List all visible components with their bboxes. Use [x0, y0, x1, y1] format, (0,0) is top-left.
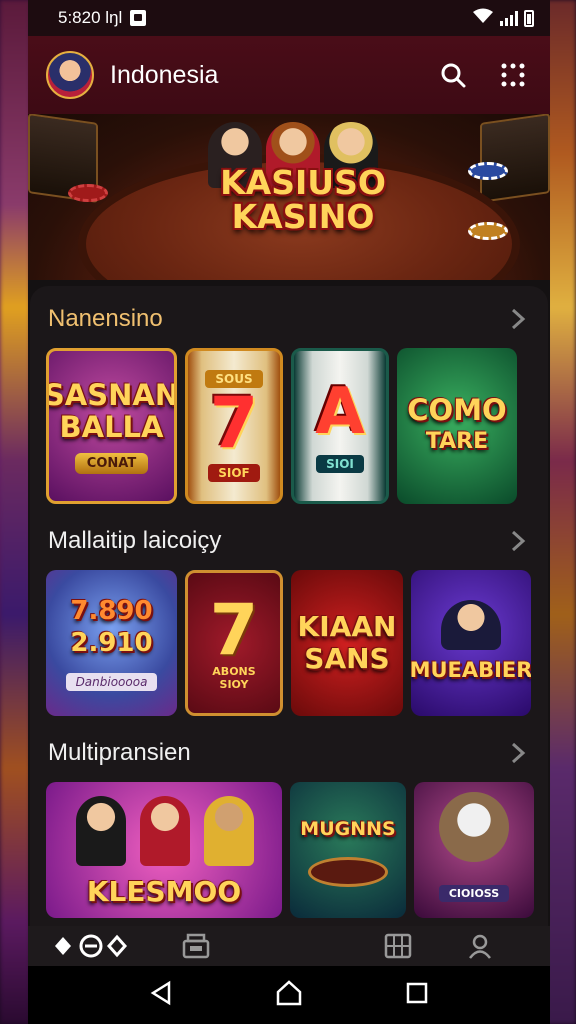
hero-logo-line1: KASIUSO	[220, 163, 386, 202]
game-row: SASNAN BALLA CONAT SOUS 7 SIOF A SIOI CO…	[30, 348, 548, 504]
game-tile[interactable]: MUEABIER	[411, 570, 531, 716]
profile-icon[interactable]	[462, 931, 498, 961]
tile-subtitle: TARE	[425, 429, 489, 454]
tile-title: MUEABIER	[411, 658, 531, 682]
section-header[interactable]: Multipransien	[30, 724, 548, 782]
chip-icon	[468, 162, 508, 180]
tile-title: KLESMOO	[86, 875, 242, 908]
game-sections: Nanensino SASNAN BALLA CONAT SOUS 7 SIOF…	[30, 286, 548, 926]
tile-symbol: A	[315, 375, 365, 449]
battery-icon	[524, 9, 534, 27]
signal-bars-icon	[500, 10, 518, 26]
tile-title: CIOIOSS	[438, 885, 510, 902]
slot-machine-icon[interactable]	[380, 931, 416, 961]
game-tile[interactable]: COMO TARE	[397, 348, 517, 504]
chip-icon	[468, 222, 508, 240]
game-tile[interactable]: A SIOI	[291, 348, 389, 504]
home-icon[interactable]	[275, 979, 303, 1011]
section-title: Mallaitip laicoiçy	[48, 527, 222, 554]
game-tile[interactable]: KIAAN SANS	[291, 570, 403, 716]
grid-dots-icon[interactable]	[496, 58, 530, 92]
chevron-right-icon[interactable]	[506, 529, 530, 553]
bottom-navigation	[28, 926, 550, 966]
section-header[interactable]: Mallaitip laicoiçy	[30, 512, 548, 570]
game-tile[interactable]: MUGNNS	[290, 782, 406, 918]
status-time: 5:820 lŋl	[58, 8, 123, 27]
game-tile[interactable]: 7.890 2.910 Danbiooooa	[46, 570, 177, 716]
game-tile[interactable]: SOUS 7 SIOF	[185, 348, 283, 504]
chevron-right-icon[interactable]	[506, 307, 530, 331]
tile-symbol: 7	[209, 382, 259, 464]
character-group	[76, 796, 254, 866]
game-row: KLESMOO MUGNNS CIOIOSS	[30, 782, 548, 918]
tile-title: ABONS	[212, 665, 256, 678]
game-tile[interactable]: 7 ABONS SIOY	[185, 570, 283, 716]
avatar[interactable]	[46, 51, 94, 99]
tile-button[interactable]: Danbiooooa	[65, 673, 158, 691]
tile-title: SASNAN	[46, 377, 177, 412]
tile-badge: CONAT	[74, 452, 149, 474]
game-tile[interactable]: SASNAN BALLA CONAT	[46, 348, 177, 504]
slot-machine-right	[480, 114, 550, 203]
chip-icon	[68, 184, 108, 202]
character-image	[441, 600, 501, 650]
section-header[interactable]: Nanensino	[30, 290, 548, 348]
cashier-icon[interactable]	[178, 931, 214, 961]
hero-logo-line2: KASINO	[231, 197, 375, 236]
page-title: Indonesia	[110, 60, 219, 89]
chevron-right-icon[interactable]	[506, 741, 530, 765]
tile-subtitle: 2.910	[70, 628, 153, 658]
phone-screen: 5:820 lŋl Indonesia KASIUSO KASINO Nanen…	[28, 0, 550, 1024]
tile-subtitle: SIOY	[219, 678, 249, 691]
app-header: Indonesia	[28, 36, 550, 114]
tile-subtitle: BALLA	[59, 409, 164, 444]
game-tile[interactable]: CIOIOSS	[414, 782, 534, 918]
section-title: Multipransien	[48, 739, 191, 766]
wifi-icon	[472, 8, 494, 29]
bear-character-image	[439, 792, 509, 862]
tile-title: 7.890	[70, 596, 153, 626]
tile-bottom-label: SIOI	[316, 455, 364, 473]
tile-bottom-label: SIOF	[208, 464, 260, 482]
status-bar: 5:820 lŋl	[28, 0, 550, 36]
game-tile[interactable]: KLESMOO	[46, 782, 282, 918]
background-blur-left	[0, 0, 30, 1024]
hero-logo: KASIUSO KASINO	[188, 166, 418, 234]
tile-symbol: 7	[209, 589, 259, 671]
tile-title: COMO	[407, 393, 507, 427]
system-navigation-bar	[28, 966, 550, 1024]
background-blur-right	[546, 0, 576, 1024]
roulette-wheel-icon	[308, 857, 388, 887]
recents-square-icon[interactable]	[405, 981, 429, 1010]
tile-title: MUGNNS	[300, 818, 396, 840]
tile-title: KIAAN	[297, 610, 397, 643]
notification-square-icon	[130, 10, 147, 26]
game-row: 7.890 2.910 Danbiooooa 7 ABONS SIOY KIAA…	[30, 570, 548, 716]
search-icon[interactable]	[436, 58, 470, 92]
back-triangle-icon[interactable]	[149, 980, 173, 1011]
hero-banner[interactable]: KASIUSO KASINO	[28, 114, 550, 280]
tile-subtitle: SANS	[304, 642, 390, 675]
diamond-chips-icon[interactable]	[52, 931, 132, 961]
section-title: Nanensino	[48, 305, 163, 332]
